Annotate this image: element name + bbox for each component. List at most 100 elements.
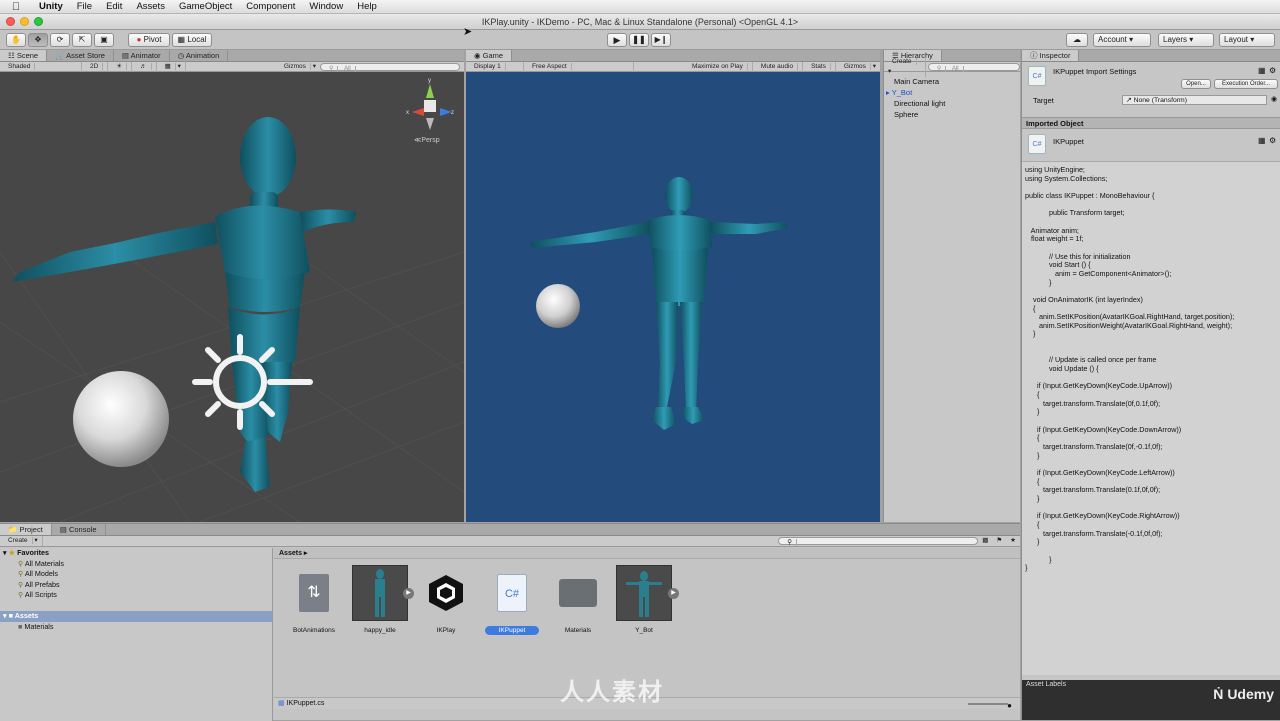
maximize-label: Maximize on Play — [687, 62, 748, 70]
asset-botanimations[interactable]: ⇅ BotAnimations — [284, 565, 344, 634]
favorite-all-models[interactable]: ⚲ All Models — [0, 569, 272, 580]
game-viewport[interactable] — [466, 72, 880, 522]
menu-gameobject[interactable]: GameObject — [172, 1, 239, 12]
menu-help[interactable]: Help — [350, 1, 384, 12]
filter-label-icon[interactable]: ⚑ — [992, 536, 1006, 546]
scale-tool-button[interactable]: ⇱ — [72, 33, 92, 47]
asset-ikpuppet[interactable]: C# IKPuppet — [482, 565, 542, 635]
icon-size-slider[interactable] — [968, 703, 1008, 705]
hierarchy-item-label: Y_Bot — [891, 88, 913, 97]
gizmo-y-label: y — [428, 78, 431, 84]
layers-label: Layers — [1163, 35, 1188, 44]
folder-icon — [550, 565, 606, 621]
hierarchy-item-sphere[interactable]: Sphere — [884, 109, 1020, 120]
assets-folder-item[interactable]: ▾ ■ Assets — [0, 610, 272, 622]
sphere-object[interactable] — [73, 371, 169, 467]
tab-asset-store[interactable]: 🛒 Asset Store — [47, 50, 114, 61]
persp-label[interactable]: ≪Persp — [414, 136, 440, 144]
hierarchy-search-input[interactable]: ⚲ All — [927, 62, 1020, 72]
pause-button[interactable]: ❚❚ — [629, 33, 649, 47]
hand-tool-button[interactable]: ✋ — [6, 33, 26, 47]
main-toolbar: ✋ ✥ ⟳ ⇱ ▣ ● Pivot ▦ Local ▶ ❚❚ ▶❙ ☁ Acco… — [0, 30, 1280, 50]
orientation-gizmo[interactable] — [412, 84, 452, 130]
hierarchy-create-dropdown[interactable]: Create ▾ — [884, 56, 926, 77]
favorite-all-prefabs[interactable]: ⚲ All Prefabs — [0, 580, 272, 591]
step-button[interactable]: ▶❙ — [651, 33, 671, 47]
expand-asset-icon[interactable]: ▶ — [403, 588, 414, 599]
inspector-settings-icon[interactable]: ⚙ — [1269, 66, 1276, 75]
project-create-dropdown[interactable]: Create ▾ — [0, 536, 43, 546]
pivot-toggle[interactable]: ● Pivot — [128, 33, 170, 47]
materials-folder-item[interactable]: ■ Materials — [0, 622, 272, 633]
2d-toggle[interactable]: 2D — [82, 61, 109, 72]
hierarchy-item-directional-light[interactable]: Directional light — [884, 98, 1020, 109]
local-toggle[interactable]: ▦ Local — [172, 33, 212, 47]
hierarchy-item-y-bot[interactable]: ▸ Y_Bot — [884, 87, 1020, 98]
account-dropdown[interactable]: Account ▾ — [1093, 33, 1151, 47]
effects-dropdown[interactable]: ▦ ▾ — [157, 61, 186, 72]
expand-arrow-icon[interactable]: ▸ — [886, 88, 890, 97]
tab-animator[interactable]: ▤ Animator — [114, 50, 170, 61]
audio-toggle[interactable]: ♬ — [132, 61, 157, 72]
breadcrumb-assets[interactable]: Assets — [279, 550, 302, 557]
aspect-dropdown[interactable]: Free Aspect — [524, 61, 634, 72]
layout-dropdown[interactable]: Layout ▾ — [1219, 33, 1275, 47]
favorite-all-materials[interactable]: ⚲ All Materials — [0, 559, 272, 570]
target-object-field[interactable]: ↗ None (Transform) — [1122, 95, 1267, 105]
zoom-window-button[interactable] — [34, 17, 43, 26]
layers-dropdown[interactable]: Layers ▾ — [1158, 33, 1214, 47]
tab-console[interactable]: ▤ Console — [52, 524, 106, 535]
gizmo-x-label: x — [406, 110, 409, 116]
tab-animation[interactable]: ◷ Animation — [170, 50, 229, 61]
menu-edit[interactable]: Edit — [99, 1, 129, 12]
imported-help-icon[interactable]: ▦ — [1258, 136, 1266, 145]
scene-search-input[interactable]: ⚲ All — [320, 62, 460, 72]
inspector-help-icon[interactable]: ▦ — [1258, 66, 1266, 75]
mute-audio-toggle[interactable]: Mute audio — [753, 61, 804, 72]
rect-tool-button[interactable]: ▣ — [94, 33, 114, 47]
execution-order-button[interactable]: Execution Order... — [1214, 79, 1278, 89]
menu-window[interactable]: Window — [302, 1, 350, 12]
asset-y-bot[interactable]: Y_Bot — [614, 565, 674, 634]
asset-happy-idle[interactable]: happy_idle — [350, 565, 410, 634]
move-tool-button[interactable]: ✥ — [28, 33, 48, 47]
menu-file[interactable]: File — [70, 1, 99, 12]
search-icon: ⚲ — [325, 65, 339, 72]
game-gizmos-dropdown[interactable]: Gizmos ▾ — [836, 62, 880, 72]
imported-settings-icon[interactable]: ⚙ — [1269, 136, 1276, 145]
favorites-header[interactable]: ▾ ★ Favorites — [0, 548, 272, 559]
project-search-input[interactable]: ⚲ — [778, 537, 979, 546]
hierarchy-item-main-camera[interactable]: Main Camera — [884, 76, 1020, 87]
menu-unity[interactable]: Unity — [32, 1, 70, 12]
asset-materials-folder[interactable]: Materials — [548, 565, 608, 634]
close-window-button[interactable] — [6, 17, 15, 26]
scene-gizmos-dropdown[interactable]: Gizmos ▾ — [276, 62, 320, 72]
tab-inspector[interactable]: ⓘ Inspector — [1022, 50, 1080, 61]
rotate-tool-button[interactable]: ⟳ — [50, 33, 70, 47]
slider-handle-icon[interactable]: ● — [1007, 700, 1012, 712]
favorite-star-icon[interactable]: ★ — [1006, 536, 1020, 546]
cloud-button[interactable]: ☁ — [1066, 33, 1088, 47]
apple-icon[interactable]:  — [0, 1, 32, 13]
expand-asset-icon[interactable]: ▶ — [668, 588, 679, 599]
folder-icon: ■ — [18, 621, 23, 631]
shading-dropdown[interactable]: Shaded — [0, 61, 82, 72]
tab-game[interactable]: ◉ Game — [466, 50, 513, 61]
favorite-all-scripts[interactable]: ⚲ All Scripts — [0, 590, 272, 601]
asset-ikplay[interactable]: IKPlay — [416, 565, 476, 634]
play-button[interactable]: ▶ — [607, 33, 627, 47]
maximize-on-play-toggle[interactable]: Maximize on Play — [684, 61, 753, 72]
tab-scene[interactable]: ☷ Scene — [0, 50, 48, 61]
menu-component[interactable]: Component — [239, 1, 302, 12]
stats-toggle[interactable]: Stats — [803, 61, 836, 72]
scene-viewport[interactable]: y x z ≪Persp — [0, 72, 464, 522]
open-button[interactable]: Open... — [1181, 79, 1211, 89]
object-picker-icon[interactable]: ◉ — [1271, 95, 1277, 103]
lighting-toggle[interactable]: ☀ — [108, 61, 133, 72]
filter-type-icon[interactable]: ▩ — [978, 536, 992, 546]
tab-project[interactable]: 📁 Project — [0, 524, 52, 535]
display-dropdown[interactable]: Display 1 — [466, 61, 524, 72]
menu-assets[interactable]: Assets — [129, 1, 172, 12]
minimize-window-button[interactable] — [20, 17, 29, 26]
